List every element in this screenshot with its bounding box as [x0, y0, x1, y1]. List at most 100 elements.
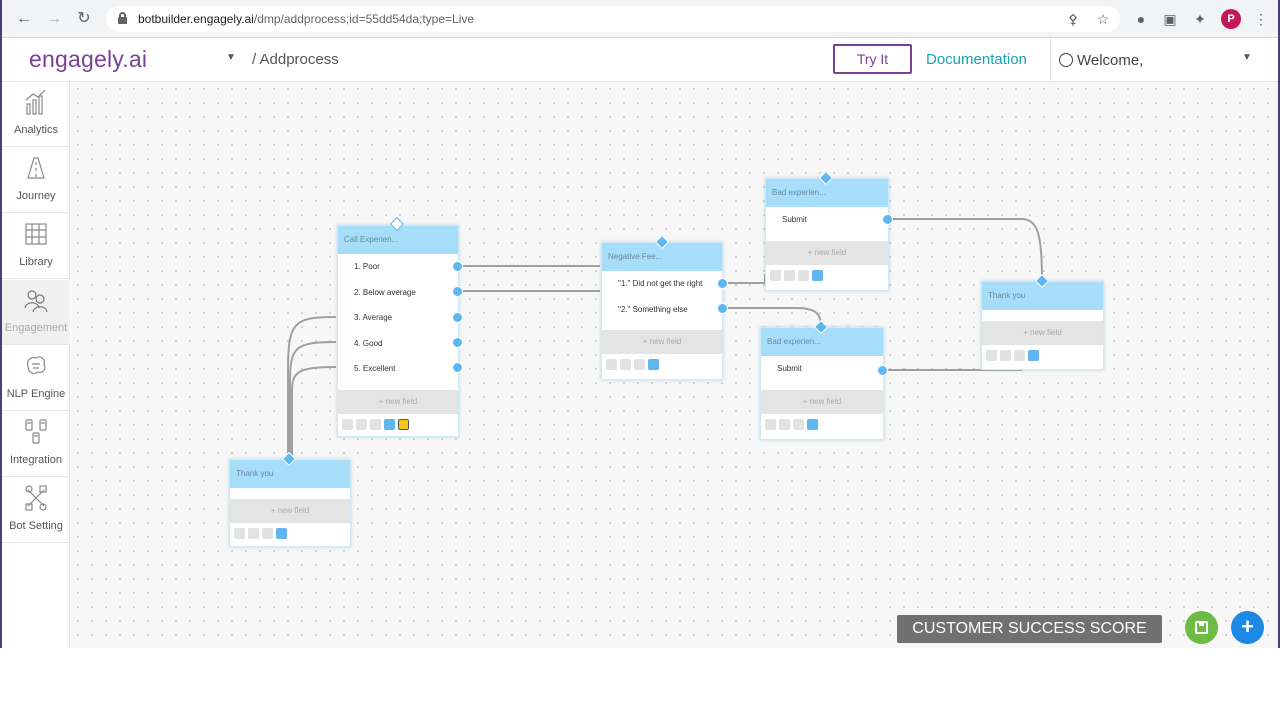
new-field-button[interactable]: + new field: [602, 330, 722, 354]
node-title[interactable]: Call Experien...: [338, 226, 458, 254]
node-action-chip[interactable]: [356, 418, 367, 430]
new-field-button[interactable]: + new field: [766, 240, 888, 265]
brand-logo[interactable]: engagely.ai: [29, 46, 147, 73]
sidebar-item-analytics[interactable]: Analytics: [2, 82, 70, 147]
connector-good-to-thank-you[interactable]: [289, 341, 337, 457]
node-option-row[interactable]: 5. Excellent: [338, 356, 458, 382]
customer-success-score-button[interactable]: CUSTOMER SUCCESS SCORE: [897, 615, 1162, 643]
node-action-chip[interactable]: [1014, 350, 1025, 361]
project-dropdown-caret-icon[interactable]: ▼: [226, 52, 236, 63]
sidebar-item-integration[interactable]: Integration: [2, 412, 70, 477]
node-action-chip[interactable]: [262, 528, 273, 539]
node-action-chip[interactable]: [370, 418, 381, 430]
output-port[interactable]: [452, 286, 463, 297]
flow-node-bad-experience-1[interactable]: Bad experien... Submit + new field: [765, 178, 889, 291]
node-actions: [761, 414, 883, 436]
node-option-row[interactable]: 1. Poor: [338, 254, 458, 280]
new-field-button[interactable]: + new field: [338, 389, 458, 414]
node-action-chip[interactable]: [784, 269, 795, 281]
output-port[interactable]: [882, 214, 893, 225]
output-port[interactable]: [452, 362, 463, 373]
node-action-chip[interactable]: [779, 418, 790, 430]
node-action-chip[interactable]: [620, 359, 631, 370]
documentation-link[interactable]: Documentation: [926, 51, 1027, 68]
flow-node-call-experience[interactable]: Call Experien... 1. Poor 2. Below averag…: [337, 225, 459, 437]
node-action-chip[interactable]: [798, 269, 809, 281]
sidebar-item-nlp-engine[interactable]: NLP Engine: [2, 346, 70, 411]
address-bar[interactable]: botbuilder.engagely.ai/dmp/addprocess;id…: [106, 6, 1120, 32]
node-action-chip[interactable]: [384, 418, 395, 430]
try-it-button[interactable]: Try It: [833, 44, 912, 74]
nlp-engine-icon: [27, 356, 46, 374]
sidebar-item-library[interactable]: Library: [2, 214, 70, 279]
reload-icon[interactable]: ↻: [74, 9, 94, 29]
node-action-chip[interactable]: [1028, 350, 1039, 361]
connector-something-else-to-bad-experience[interactable]: [723, 307, 822, 327]
output-port[interactable]: [452, 261, 463, 272]
flow-node-bad-experience-2[interactable]: Bad experien... Submit + new field: [760, 327, 884, 440]
sidebar-item-engagement[interactable]: Engagement: [2, 280, 70, 345]
node-option-row[interactable]: Submit: [766, 207, 888, 233]
node-action-chip[interactable]: [793, 418, 804, 430]
output-port[interactable]: [452, 337, 463, 348]
sidebar-item-bot-setting[interactable]: Bot Setting: [2, 478, 70, 543]
extension-screen-icon[interactable]: ▣: [1161, 10, 1179, 28]
browser-menu-icon[interactable]: ⋮: [1252, 10, 1270, 28]
sidebar-item-label: Engagement: [4, 322, 68, 334]
flow-node-thank-you-right[interactable]: Thank you + new field: [981, 281, 1104, 370]
sidebar-item-label: Integration: [10, 454, 62, 466]
connector-excellent-to-thank-you[interactable]: [291, 366, 337, 457]
key-icon[interactable]: ⚴: [1064, 10, 1082, 28]
user-menu[interactable]: Welcome,: [1059, 51, 1143, 69]
welcome-text: Welcome,: [1077, 52, 1144, 69]
save-button[interactable]: [1185, 611, 1218, 644]
library-icon: [25, 223, 47, 245]
output-port[interactable]: [452, 312, 463, 323]
node-action-chip[interactable]: [248, 528, 259, 539]
node-action-chip[interactable]: [986, 350, 997, 361]
extension-circle-icon[interactable]: ●: [1132, 10, 1150, 28]
flow-canvas[interactable]: Call Experien... 1. Poor 2. Below averag…: [71, 82, 1278, 648]
lock-icon: [118, 12, 127, 24]
node-action-chip[interactable]: [770, 269, 781, 281]
node-option-row[interactable]: "1." Did not get the right: [602, 271, 722, 297]
node-action-chip[interactable]: [634, 359, 645, 370]
user-dropdown-caret-icon[interactable]: ▼: [1242, 52, 1252, 63]
node-option-row[interactable]: 4. Good: [338, 331, 458, 357]
node-option-row[interactable]: 2. Below average: [338, 280, 458, 306]
node-action-chip[interactable]: [234, 528, 245, 539]
output-port[interactable]: [877, 365, 888, 376]
node-action-chip[interactable]: [1000, 350, 1011, 361]
node-action-chip[interactable]: [812, 269, 823, 281]
back-arrow-icon[interactable]: ←: [14, 9, 34, 29]
output-port[interactable]: [717, 303, 728, 314]
node-option-row[interactable]: "2." Something else: [602, 297, 722, 323]
new-field-button[interactable]: + new field: [230, 499, 350, 523]
add-button[interactable]: +: [1231, 611, 1264, 644]
new-field-button[interactable]: + new field: [761, 389, 883, 414]
sidebar-item-label: Analytics: [13, 124, 59, 136]
output-port[interactable]: [717, 278, 728, 289]
sidebar: Analytics Journey Library Engagement NLP…: [2, 82, 70, 648]
node-action-chip[interactable]: [342, 418, 353, 430]
connector-did-not-get-to-bad-experience[interactable]: [723, 274, 766, 284]
node-action-chip[interactable]: [807, 418, 818, 430]
sidebar-item-journey[interactable]: Journey: [2, 148, 70, 213]
connector-submit-to-thank-you[interactable]: [888, 218, 1043, 281]
node-option-row[interactable]: 3. Average: [338, 305, 458, 331]
new-field-button[interactable]: + new field: [982, 321, 1103, 345]
forward-arrow-icon[interactable]: →: [44, 9, 64, 29]
node-action-chip[interactable]: [648, 359, 659, 370]
flow-node-negative-feedback[interactable]: Negative Fee... "1." Did not get the rig…: [601, 242, 723, 380]
node-option-row[interactable]: Submit: [761, 356, 883, 382]
node-action-chip[interactable]: [606, 359, 617, 370]
node-warning-chip[interactable]: [398, 418, 409, 430]
profile-avatar[interactable]: P: [1221, 9, 1241, 29]
puzzle-icon[interactable]: ✦: [1191, 10, 1209, 28]
node-actions: [230, 523, 350, 545]
connector-average-to-thank-you[interactable]: [287, 316, 337, 457]
node-action-chip[interactable]: [276, 528, 287, 539]
flow-node-thank-you-left[interactable]: Thank you + new field: [229, 459, 351, 547]
node-action-chip[interactable]: [765, 418, 776, 430]
star-icon[interactable]: ☆: [1094, 10, 1112, 28]
